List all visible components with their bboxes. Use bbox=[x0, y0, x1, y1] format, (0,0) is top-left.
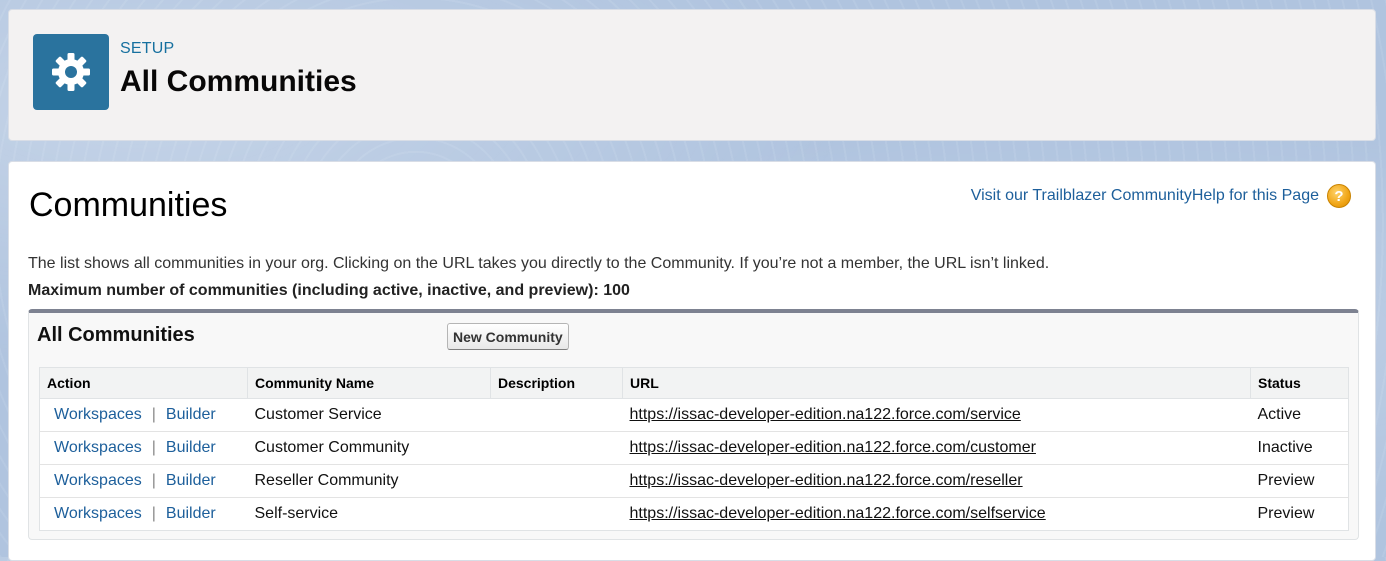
description-cell bbox=[490, 398, 623, 432]
column-header-description[interactable]: Description bbox=[490, 367, 623, 399]
description-cell bbox=[490, 464, 623, 498]
description-cell bbox=[491, 498, 623, 531]
community-name-cell: Self-service bbox=[254, 505, 339, 522]
max-communities-text: Maximum number of communities (including… bbox=[28, 282, 630, 299]
url-cell: https://issac-developer-edition.na122.fo… bbox=[622, 464, 1251, 498]
column-header-community-name[interactable]: Community Name bbox=[247, 367, 491, 399]
gear-icon bbox=[52, 53, 90, 91]
workspaces-link[interactable]: Workspaces bbox=[54, 439, 142, 456]
builder-link[interactable]: Builder bbox=[166, 472, 216, 489]
table-row: Workspaces | Builder Self-service https://… bbox=[40, 498, 1349, 531]
builder-link[interactable]: Builder bbox=[166, 406, 216, 423]
page-header: SETUP All Communities bbox=[8, 9, 1376, 141]
action-separator: | bbox=[151, 406, 156, 423]
communities-table: Action Community Name Description URL St… bbox=[39, 367, 1349, 531]
community-url-link[interactable]: https://issac-developer-edition.na122.fo… bbox=[630, 472, 1023, 489]
community-url-link[interactable]: https://issac-developer-edition.na122.fo… bbox=[630, 439, 1036, 456]
help-link[interactable]: Help for this Page bbox=[1192, 187, 1319, 205]
community-name-cell: Customer Community bbox=[247, 431, 491, 465]
table-row: Workspaces | Builder Reseller Community ht… bbox=[39, 464, 1349, 498]
action-separator: | bbox=[151, 505, 156, 522]
section-title: Communities bbox=[29, 186, 228, 224]
description-cell bbox=[490, 431, 623, 465]
workspaces-link[interactable]: Workspaces bbox=[54, 505, 142, 522]
new-community-button[interactable]: New Community bbox=[447, 323, 569, 350]
action-cell: Workspaces | Builder bbox=[39, 464, 248, 498]
status-cell: Preview bbox=[1257, 505, 1315, 522]
action-separator: | bbox=[151, 439, 156, 456]
table-header-row: Action Community Name Description URL St… bbox=[39, 367, 1349, 399]
setup-label: SETUP bbox=[120, 40, 175, 57]
block-title: All Communities bbox=[37, 324, 195, 346]
status-cell: Active bbox=[1250, 398, 1349, 432]
url-cell: https://issac-developer-edition.na122.fo… bbox=[622, 398, 1251, 432]
action-cell: Workspaces | Builder bbox=[39, 431, 248, 465]
builder-link[interactable]: Builder bbox=[166, 505, 216, 522]
page-links: Visit our Trailblazer Community Help for… bbox=[971, 184, 1351, 208]
table-row: Workspaces | Builder Customer Service http… bbox=[39, 398, 1349, 432]
community-name-cell: Customer Service bbox=[247, 398, 491, 432]
workspaces-link[interactable]: Workspaces bbox=[54, 406, 142, 423]
communities-list-block: All Communities New Community Action Com… bbox=[28, 309, 1359, 540]
action-separator: | bbox=[151, 472, 156, 489]
column-header-url[interactable]: URL bbox=[622, 367, 1251, 399]
main-panel: Communities Visit our Trailblazer Commun… bbox=[8, 161, 1376, 561]
community-url-link[interactable]: https://issac-developer-edition.na122.fo… bbox=[630, 406, 1021, 423]
community-name-cell: Reseller Community bbox=[247, 464, 491, 498]
action-cell: Workspaces | Builder bbox=[40, 498, 248, 531]
status-cell: Inactive bbox=[1250, 431, 1349, 465]
column-header-action[interactable]: Action bbox=[39, 367, 248, 399]
workspaces-link[interactable]: Workspaces bbox=[54, 472, 142, 489]
table-row: Workspaces | Builder Customer Community ht… bbox=[39, 431, 1349, 465]
setup-icon-tile bbox=[33, 34, 109, 110]
description-text: The list shows all communities in your o… bbox=[28, 255, 1050, 272]
status-cell: Preview bbox=[1250, 464, 1349, 498]
page-title: All Communities bbox=[120, 65, 357, 98]
column-header-status[interactable]: Status bbox=[1250, 367, 1349, 399]
url-cell: https://issac-developer-edition.na122.fo… bbox=[622, 431, 1251, 465]
help-icon[interactable]: ? bbox=[1327, 184, 1351, 208]
community-url-link[interactable]: https://issac-developer-edition.na122.fo… bbox=[630, 505, 1046, 522]
action-cell: Workspaces | Builder bbox=[39, 398, 248, 432]
url-cell: https://issac-developer-edition.na122.fo… bbox=[623, 498, 1251, 531]
builder-link[interactable]: Builder bbox=[166, 439, 216, 456]
trailblazer-community-link[interactable]: Visit our Trailblazer Community bbox=[971, 187, 1192, 205]
